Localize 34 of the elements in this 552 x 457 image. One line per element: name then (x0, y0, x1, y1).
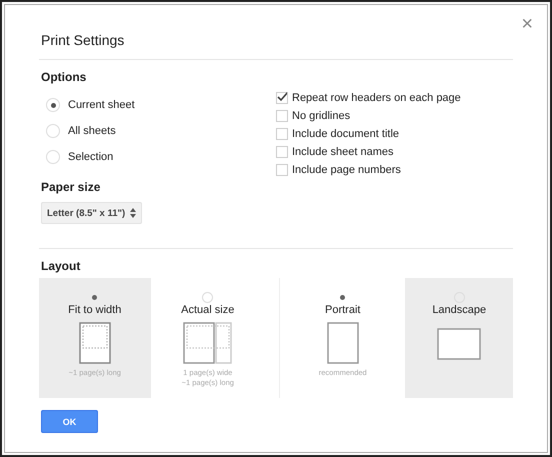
section-heading: Layout (41, 259, 82, 273)
page-icon (78, 322, 111, 364)
option-label: Fit to width (68, 304, 122, 316)
checkbox-label: Include page numbers (292, 164, 401, 176)
checkbox-label: Include document title (292, 128, 400, 140)
check-icon (277, 90, 287, 102)
option-label: Actual size (181, 304, 234, 316)
checkbox[interactable] (276, 110, 288, 122)
radio-label: Selection (68, 151, 114, 163)
dialog-title: Print Settings (40, 31, 126, 50)
up-down-arrows-icon (130, 208, 136, 218)
close-button[interactable]: × (521, 13, 533, 36)
section-heading: Options (41, 70, 88, 84)
radio-label: All sheets (68, 125, 116, 137)
radio-button[interactable] (202, 292, 214, 303)
checkbox[interactable] (276, 128, 288, 140)
checkbox[interactable] (276, 146, 288, 158)
section-heading: Paper size (41, 180, 102, 194)
radio-button[interactable] (46, 98, 60, 112)
checkbox-label: No gridlines (292, 110, 350, 122)
checkbox-label: Include sheet names (292, 146, 394, 158)
radio-button[interactable] (46, 124, 60, 138)
landscape-page-icon (437, 328, 482, 360)
option-label: Landscape (432, 304, 486, 316)
pages-icon (182, 322, 233, 364)
checkbox[interactable] (276, 164, 288, 176)
layout-option-card[interactable]: Landscape (405, 278, 513, 398)
paper-size-select[interactable]: Letter (8.5" x 11") (41, 202, 142, 224)
option-label: Portrait (325, 304, 360, 316)
checkbox[interactable] (276, 92, 288, 104)
checkbox-label: Repeat row headers on each page (292, 92, 461, 104)
portrait-page-icon (326, 322, 359, 364)
radio-button[interactable] (46, 150, 60, 164)
radio-label: Current sheet (68, 99, 135, 111)
